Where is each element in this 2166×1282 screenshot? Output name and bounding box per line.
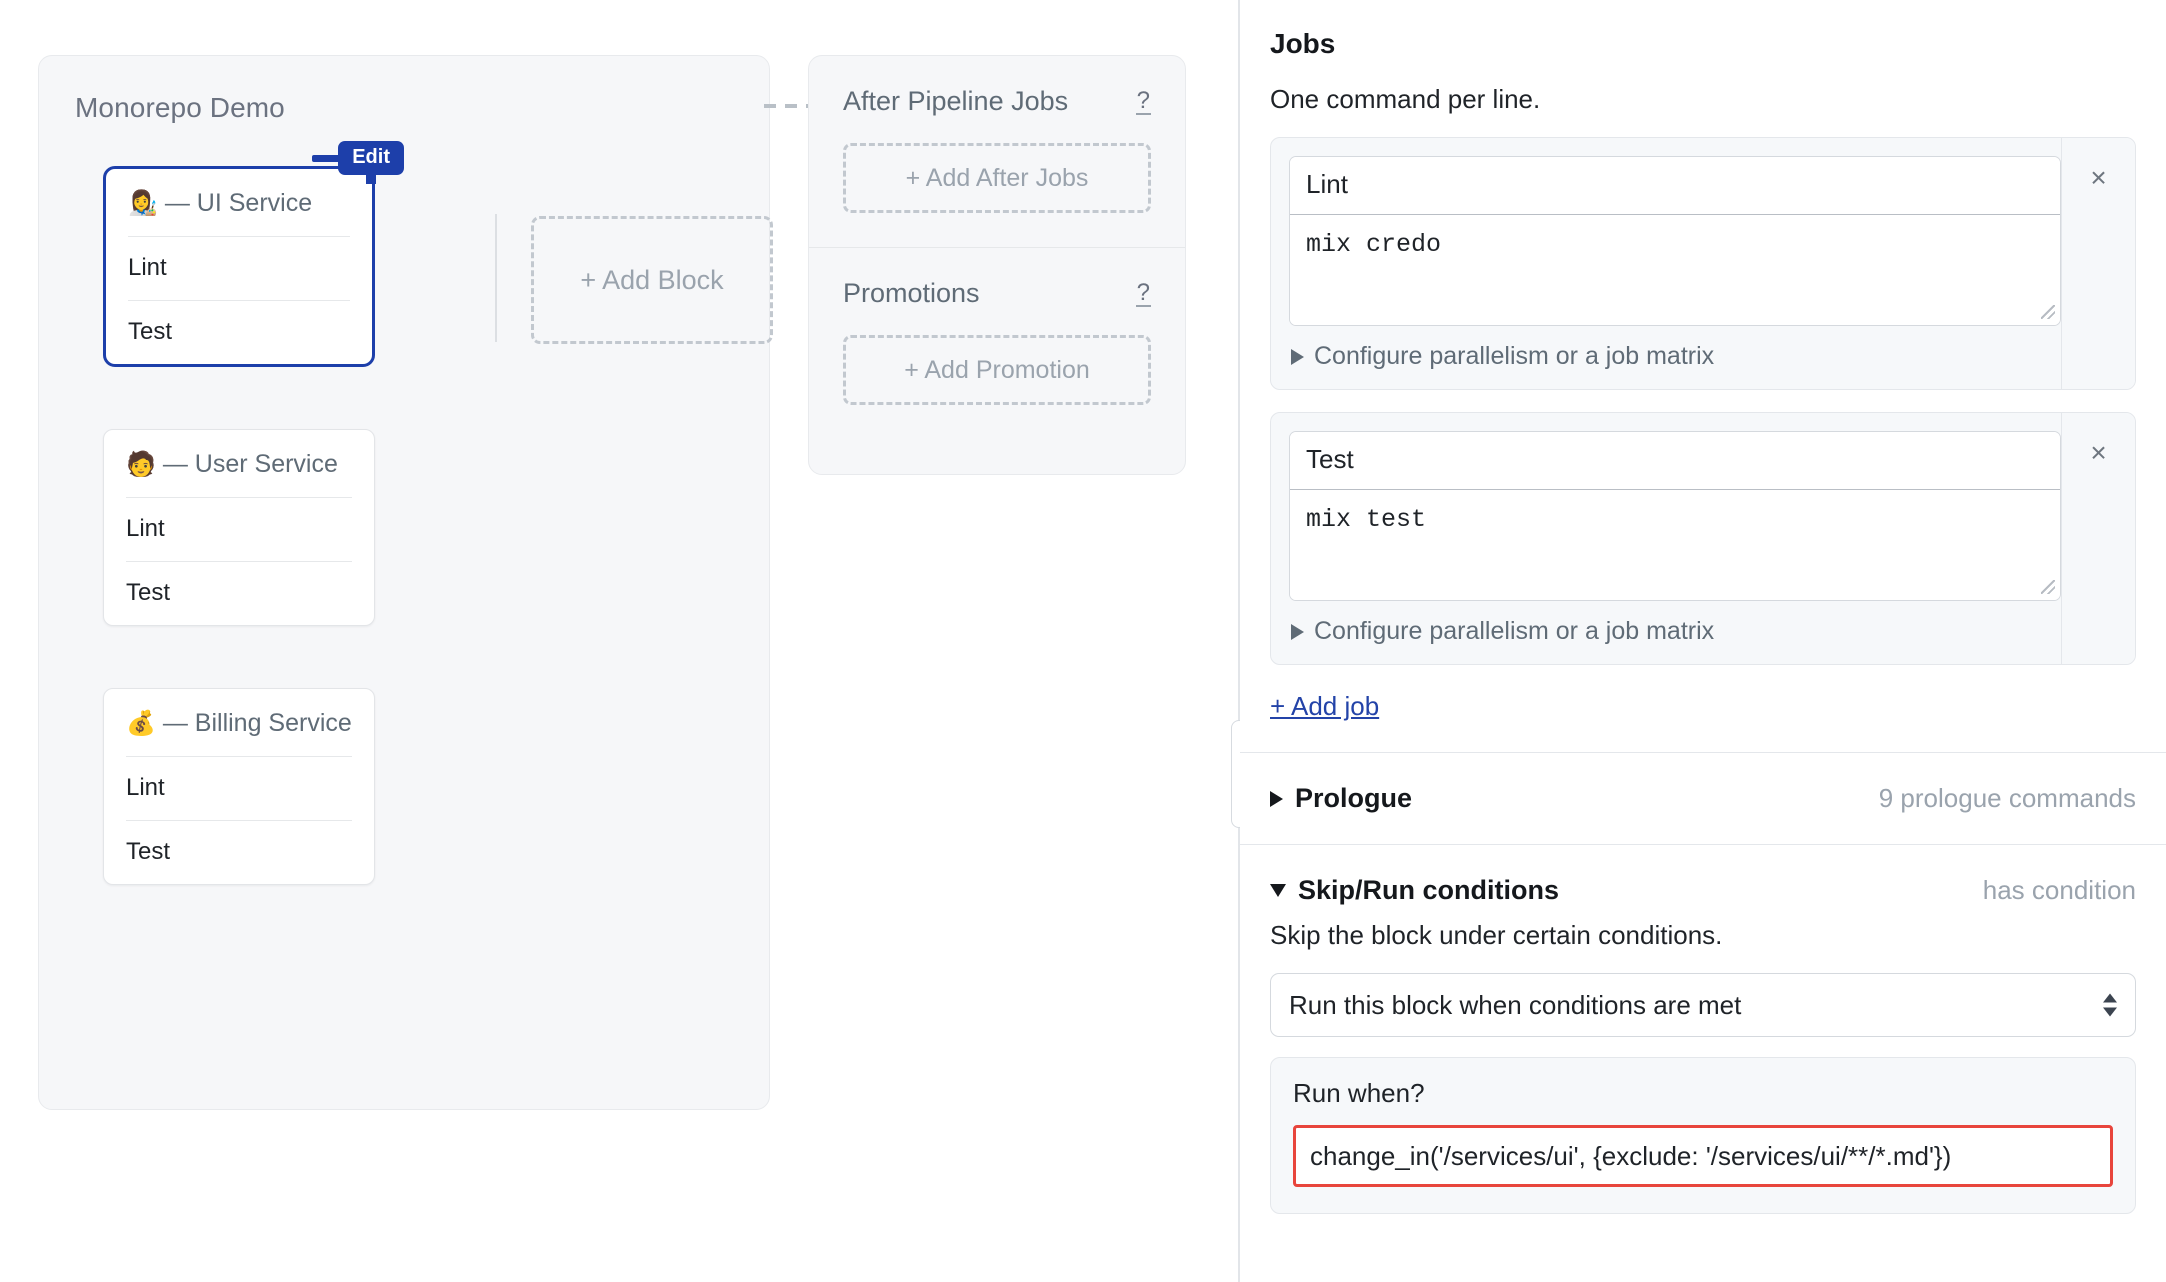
add-block-button[interactable]: + Add Block xyxy=(531,216,773,344)
after-jobs-section: After Pipeline Jobs ? + Add After Jobs xyxy=(809,56,1185,247)
promotions-section: Promotions ? + Add Promotion xyxy=(809,247,1185,439)
promotions-heading: Promotions xyxy=(843,278,980,308)
workflow-editor-screen: Monorepo Demo Edit 👩‍🎨 — UI Service Lint… xyxy=(0,0,2166,1282)
prologue-section-header[interactable]: Prologue 9 prologue commands xyxy=(1240,753,2166,844)
after-pipeline-panel: After Pipeline Jobs ? + Add After Jobs P… xyxy=(808,55,1186,475)
jobs-heading: Jobs xyxy=(1270,28,1336,59)
block-header: 👩‍🎨 — UI Service xyxy=(106,169,372,236)
run-when-card: Run when? xyxy=(1270,1057,2136,1214)
run-when-condition-input[interactable] xyxy=(1293,1125,2113,1187)
pipeline-blocks-column: Edit 👩‍🎨 — UI Service Lint Test 🧑 — User… xyxy=(103,141,404,885)
configure-parallelism-toggle[interactable]: Configure parallelism or a job matrix xyxy=(1289,601,2061,664)
job-editor-box: mix credo xyxy=(1289,156,2061,326)
skip-run-mode-select[interactable]: Run this block when conditions are met xyxy=(1270,973,2136,1037)
chevron-right-icon xyxy=(1291,623,1304,640)
help-icon[interactable]: ? xyxy=(1135,88,1151,116)
block-title: — UI Service xyxy=(164,189,313,217)
add-after-jobs-button[interactable]: + Add After Jobs xyxy=(843,143,1151,213)
artist-icon: 👩‍🎨 xyxy=(128,190,158,217)
job-name-input[interactable] xyxy=(1290,157,2060,215)
pipeline-block-user-service[interactable]: 🧑 — User Service Lint Test xyxy=(103,429,375,626)
job-card: mix test Configure parallelism or a job … xyxy=(1270,412,2136,665)
skip-run-header-left: Skip/Run conditions xyxy=(1270,875,1559,906)
column-divider xyxy=(495,214,497,342)
skip-run-mode-value: Run this block when conditions are met xyxy=(1289,989,1742,1020)
job-card-body: mix credo Configure parallelism or a job… xyxy=(1271,138,2061,389)
after-jobs-heading: After Pipeline Jobs xyxy=(843,86,1069,116)
help-icon[interactable]: ? xyxy=(1135,280,1151,308)
pipeline-canvas: Monorepo Demo Edit 👩‍🎨 — UI Service Lint… xyxy=(0,0,1238,1282)
delete-job-button[interactable]: × xyxy=(2061,138,2135,389)
chevron-right-icon xyxy=(1270,790,1283,807)
block-job-list: Lint Test xyxy=(106,236,372,364)
chevron-right-icon xyxy=(1291,348,1304,365)
block-settings-panel: Jobs One command per line. mix credo Con… xyxy=(1240,0,2166,1282)
skip-run-description: Skip the block under certain conditions. xyxy=(1270,920,1723,950)
money-bag-icon: 💰 xyxy=(126,710,156,737)
edit-badge[interactable]: Edit xyxy=(312,141,404,184)
skip-run-meta: has condition xyxy=(1982,875,2136,905)
prologue-meta: 9 prologue commands xyxy=(1878,783,2136,813)
skip-run-title: Skip/Run conditions xyxy=(1298,875,1559,905)
job-commands-textarea[interactable]: mix test xyxy=(1290,490,2060,600)
job-name-input[interactable] xyxy=(1290,432,2060,490)
promotions-heading-row: Promotions ? xyxy=(843,278,1151,309)
pipeline-block-ui-service[interactable]: Edit 👩‍🎨 — UI Service Lint Test xyxy=(103,141,404,367)
configure-parallelism-label: Configure parallelism or a job matrix xyxy=(1314,342,1715,370)
block-job-item[interactable]: Test xyxy=(128,300,350,364)
skip-run-body: Skip the block under certain conditions.… xyxy=(1240,920,2166,1214)
delete-job-button[interactable]: × xyxy=(2061,413,2135,664)
job-card-body: mix test Configure parallelism or a job … xyxy=(1271,413,2061,664)
jobs-hint: One command per line. xyxy=(1270,84,1541,114)
select-arrows-icon xyxy=(2103,993,2117,1017)
block-header: 🧑 — User Service xyxy=(104,430,374,497)
skip-run-section-header[interactable]: Skip/Run conditions has condition xyxy=(1240,845,2166,920)
block-job-item[interactable]: Lint xyxy=(128,236,350,300)
pipeline-container: Monorepo Demo Edit 👩‍🎨 — UI Service Lint… xyxy=(38,55,773,1110)
job-commands-textarea[interactable]: mix credo xyxy=(1290,215,2060,325)
configure-parallelism-label: Configure parallelism or a job matrix xyxy=(1314,617,1715,645)
block-job-item[interactable]: Lint xyxy=(126,756,352,820)
block-header: 💰 — Billing Service xyxy=(104,689,374,756)
pipeline-title: Monorepo Demo xyxy=(75,92,285,123)
block-job-list: Lint Test xyxy=(104,756,374,884)
run-when-label: Run when? xyxy=(1293,1078,1425,1108)
block-job-item[interactable]: Test xyxy=(126,820,352,884)
block-job-item[interactable]: Test xyxy=(126,561,352,625)
chevron-down-icon xyxy=(1270,884,1286,897)
block-job-list: Lint Test xyxy=(104,497,374,625)
block-job-item[interactable]: Lint xyxy=(126,497,352,561)
job-editor-box: mix test xyxy=(1289,431,2061,601)
block-title: — User Service xyxy=(162,450,338,478)
job-card: mix credo Configure parallelism or a job… xyxy=(1270,137,2136,390)
add-promotion-button[interactable]: + Add Promotion xyxy=(843,335,1151,405)
block-title: — Billing Service xyxy=(162,709,352,737)
prologue-title: Prologue xyxy=(1295,783,1413,813)
add-job-link[interactable]: + Add job xyxy=(1270,691,1379,722)
prologue-header-left: Prologue xyxy=(1270,783,1412,814)
after-jobs-heading-row: After Pipeline Jobs ? xyxy=(843,86,1151,117)
person-icon: 🧑 xyxy=(126,451,156,478)
pipeline-connector-line xyxy=(764,104,812,108)
pipeline-block-billing-service[interactable]: 💰 — Billing Service Lint Test xyxy=(103,688,375,885)
configure-parallelism-toggle[interactable]: Configure parallelism or a job matrix xyxy=(1289,326,2061,389)
